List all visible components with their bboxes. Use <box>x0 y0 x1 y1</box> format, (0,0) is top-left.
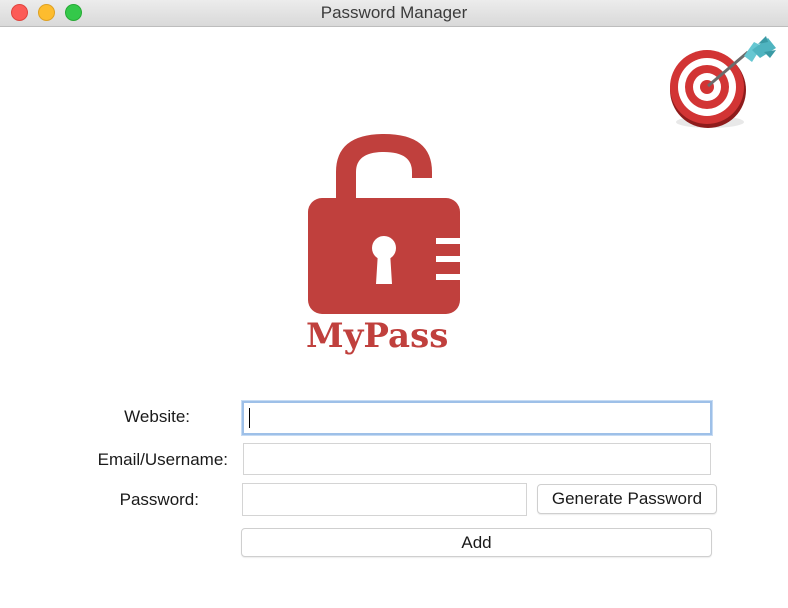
generate-password-button[interactable]: Generate Password <box>537 484 717 514</box>
email-username-input[interactable] <box>243 443 711 475</box>
email-username-label: Email/Username: <box>97 450 228 469</box>
window-title: Password Manager <box>320 3 468 22</box>
logo-text: MyPass <box>306 316 449 356</box>
password-input[interactable] <box>242 483 527 516</box>
website-input[interactable] <box>242 401 712 435</box>
text-caret <box>249 408 250 428</box>
target-dart-icon <box>670 36 776 128</box>
website-label: Website: <box>124 407 190 426</box>
title-bar[interactable]: Password Manager <box>0 0 788 27</box>
add-button[interactable]: Add <box>241 528 712 557</box>
password-label: Password: <box>119 490 199 509</box>
